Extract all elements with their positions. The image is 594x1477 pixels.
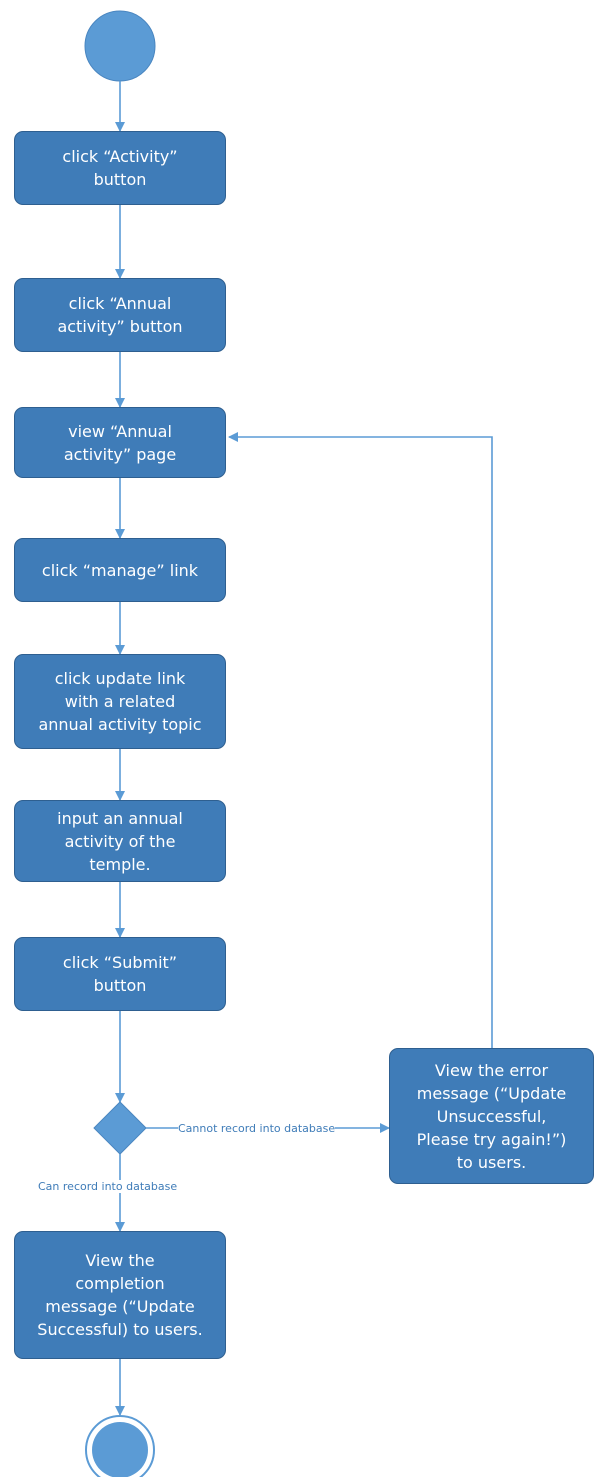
node-view-error-message: View the error message (“Update Unsucces… — [389, 1048, 594, 1184]
node-click-activity-button: click “Activity” button — [14, 131, 226, 205]
node-view-annual-activity-page: view “Annual activity” page — [14, 407, 226, 478]
decision-diamond — [93, 1101, 147, 1155]
edge-label-cannot-record: Cannot record into database — [178, 1122, 336, 1135]
end-node-inner — [92, 1422, 148, 1477]
node-click-submit-button: click “Submit” button — [14, 937, 226, 1011]
arrow-error-loop-back — [228, 432, 493, 1048]
node-click-update-link: click update link with a related annual … — [14, 654, 226, 749]
node-click-manage-link: click “manage” link — [14, 538, 226, 602]
node-click-annual-activity-button: click “Annual activity” button — [14, 278, 226, 352]
node-input-annual-activity: input an annual activity of the temple. — [14, 800, 226, 882]
edge-label-can-record: Can record into database — [38, 1180, 178, 1193]
start-node — [84, 10, 156, 82]
node-view-completion-message: View the completion message (“Update Suc… — [14, 1231, 226, 1359]
